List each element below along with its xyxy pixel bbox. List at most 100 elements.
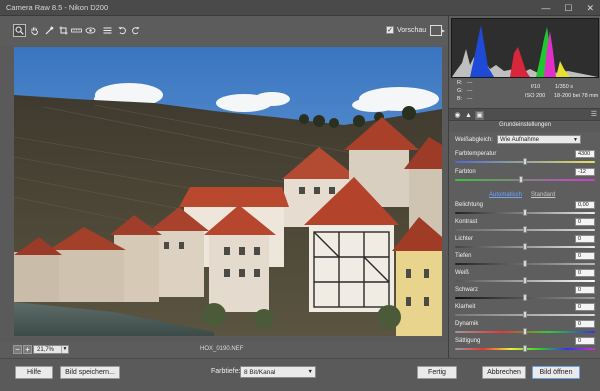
tab-camera-icon[interactable]: ▣ xyxy=(475,111,484,120)
whites-label: Weiß xyxy=(455,270,469,276)
auto-link[interactable]: Automatisch xyxy=(489,192,522,198)
bit-depth-select[interactable]: 8 Bit/Kanal ▼ xyxy=(240,366,316,378)
white-balance-value: Wie Aufnahme xyxy=(500,137,540,143)
g-label: G: xyxy=(457,88,463,94)
dialog-footer: Hilfe Bild speichern... Farbtiefe: 8 Bit… xyxy=(0,358,600,391)
exposure-label: Belichtung xyxy=(455,202,484,208)
aperture: f/10 xyxy=(531,84,541,90)
g-value: --- xyxy=(467,88,473,94)
saturation-slider[interactable] xyxy=(455,345,595,352)
fullscreen-icon[interactable] xyxy=(430,25,445,36)
highlights-input[interactable]: 0 xyxy=(575,235,595,243)
zoom-level-select[interactable]: 21,7% ▼ xyxy=(33,345,69,354)
preview-label: Vorschau xyxy=(397,26,427,34)
bit-depth-value: 8 Bit/Kanal xyxy=(244,369,276,376)
contrast-slider-thumb[interactable] xyxy=(523,226,527,233)
exposure-slider-thumb[interactable] xyxy=(523,209,527,216)
rotate-right-icon[interactable] xyxy=(129,24,142,37)
minimize-button[interactable]: — xyxy=(541,2,550,14)
default-link[interactable]: Standard xyxy=(531,192,555,198)
vibrance-slider[interactable] xyxy=(455,328,595,335)
zoom-tool-icon[interactable] xyxy=(13,24,26,37)
open-image-button[interactable]: Bild öffnen xyxy=(532,366,580,379)
vibrance-input[interactable]: 0 xyxy=(575,320,595,328)
photo-illustration xyxy=(14,47,442,336)
tint-slider[interactable] xyxy=(455,176,595,183)
rotate-left-icon[interactable] xyxy=(116,24,129,37)
exposure-slider[interactable] xyxy=(455,209,595,216)
tint-slider-thumb[interactable] xyxy=(518,176,523,183)
zoom-in-button[interactable]: + xyxy=(23,345,32,354)
preview-checkbox[interactable]: ✓ xyxy=(386,26,394,34)
saturation-input[interactable]: 0 xyxy=(575,337,595,345)
vibrance-slider-thumb[interactable] xyxy=(523,328,527,335)
presets-list-icon[interactable] xyxy=(101,24,114,37)
whites-input[interactable]: 0 xyxy=(575,269,595,277)
tab-tone-curve-icon[interactable]: ▲ xyxy=(464,111,473,120)
crop-tool-icon[interactable] xyxy=(57,24,70,37)
maximize-button[interactable]: ☐ xyxy=(564,2,572,14)
redeye-tool-icon[interactable] xyxy=(84,24,97,37)
window-controls: — ☐ ✕ xyxy=(541,2,594,14)
exposure-input[interactable]: 0,00 xyxy=(575,201,595,209)
help-button[interactable]: Hilfe xyxy=(15,366,53,379)
vibrance-label: Dynamik xyxy=(455,321,479,327)
straighten-tool-icon[interactable] xyxy=(70,24,83,37)
white-balance-label: Weißabgleich: xyxy=(455,137,493,143)
highlights-label: Lichter xyxy=(455,236,474,242)
highlights-slider-thumb[interactable] xyxy=(523,243,527,250)
blacks-input[interactable]: 0 xyxy=(575,286,595,294)
iso: ISO 200 xyxy=(525,93,546,99)
tint-input[interactable]: -12 xyxy=(575,168,595,176)
clarity-slider-thumb[interactable] xyxy=(523,311,527,318)
shadows-slider[interactable] xyxy=(455,260,595,267)
shadows-label: Tiefen xyxy=(455,253,472,259)
title-bar: Camera Raw 8.5 - Nikon D200 — ☐ ✕ xyxy=(0,0,600,16)
hand-tool-icon[interactable] xyxy=(28,24,41,37)
tab-basic-aperture-icon[interactable]: ◉ xyxy=(453,111,462,120)
r-value: --- xyxy=(467,80,473,86)
white-balance-tool-icon[interactable] xyxy=(43,24,56,37)
shadows-slider-thumb[interactable] xyxy=(523,260,527,267)
panel-menu-icon[interactable]: ☰ xyxy=(591,110,597,118)
r-label: R: xyxy=(457,80,463,86)
saturation-label: Sättigung xyxy=(455,338,481,344)
blacks-slider-thumb[interactable] xyxy=(523,294,527,301)
shadows-input[interactable]: 0 xyxy=(575,252,595,260)
b-label: B: xyxy=(457,96,463,102)
whites-slider[interactable] xyxy=(455,277,595,284)
histogram xyxy=(451,18,599,78)
adjustment-panel: R: --- G: --- B: --- f/10 1/350 s ISO 20… xyxy=(448,16,600,358)
chevron-down-icon: ▼ xyxy=(61,346,68,353)
contrast-label: Kontrast xyxy=(455,219,478,225)
contrast-slider[interactable] xyxy=(455,226,595,233)
saturation-slider-thumb[interactable] xyxy=(523,345,527,352)
close-button[interactable]: ✕ xyxy=(586,2,594,14)
tint-label: Farbton xyxy=(455,169,476,175)
window-title: Camera Raw 8.5 - Nikon D200 xyxy=(6,3,109,12)
whites-slider-thumb[interactable] xyxy=(523,277,527,284)
b-value: --- xyxy=(467,96,473,102)
clarity-slider[interactable] xyxy=(455,311,595,318)
zoom-out-button[interactable]: − xyxy=(13,345,22,354)
panel-tabs: ◉ ▲ ▣ ☰ xyxy=(449,108,600,121)
temperature-input[interactable]: 4300 xyxy=(575,150,595,158)
chevron-down-icon: ▼ xyxy=(573,137,578,143)
lens-info: 18-200 bei 78 mm xyxy=(554,93,599,99)
clarity-input[interactable]: 0 xyxy=(575,303,595,311)
chevron-down-icon: ▼ xyxy=(307,369,313,375)
zoom-level-value: 21,7% xyxy=(37,347,55,353)
temperature-slider[interactable] xyxy=(455,158,595,165)
highlights-slider[interactable] xyxy=(455,243,595,250)
blacks-slider[interactable] xyxy=(455,294,595,301)
preview-toggle[interactable]: ✓ Vorschau xyxy=(386,26,426,34)
white-balance-select[interactable]: Wie Aufnahme ▼ xyxy=(497,135,581,144)
contrast-input[interactable]: 0 xyxy=(575,218,595,226)
toolbar: ✓ Vorschau xyxy=(0,16,448,46)
save-image-button[interactable]: Bild speichern... xyxy=(60,366,120,379)
bit-depth-label: Farbtiefe: xyxy=(211,368,241,375)
cancel-button[interactable]: Abbrechen xyxy=(482,366,526,379)
done-button[interactable]: Fertig xyxy=(417,366,457,379)
temperature-slider-thumb[interactable] xyxy=(523,158,527,165)
image-preview[interactable] xyxy=(14,47,442,336)
